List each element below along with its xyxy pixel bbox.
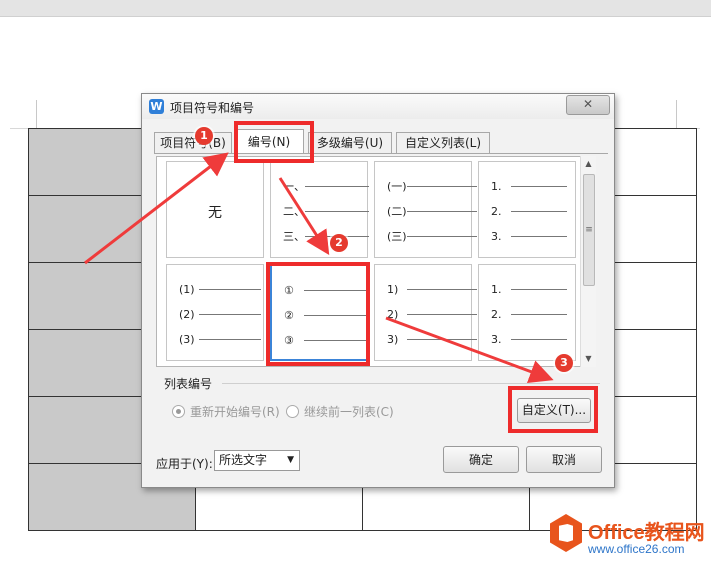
annotation-arrows (84, 152, 554, 384)
arrow-1 (84, 152, 229, 265)
arrow-3 (385, 316, 554, 384)
watermark-title: Office教程网 (588, 522, 705, 544)
arrow-2 (278, 177, 330, 256)
office-tutorial-watermark: Office教程网 www.office26.com (546, 512, 711, 565)
step-badge-3: 3 (555, 354, 573, 372)
office-logo-icon (550, 514, 582, 552)
step-badge-2: 2 (330, 234, 348, 252)
watermark-url: www.office26.com (588, 542, 685, 556)
step-badge-1: 1 (195, 127, 213, 145)
